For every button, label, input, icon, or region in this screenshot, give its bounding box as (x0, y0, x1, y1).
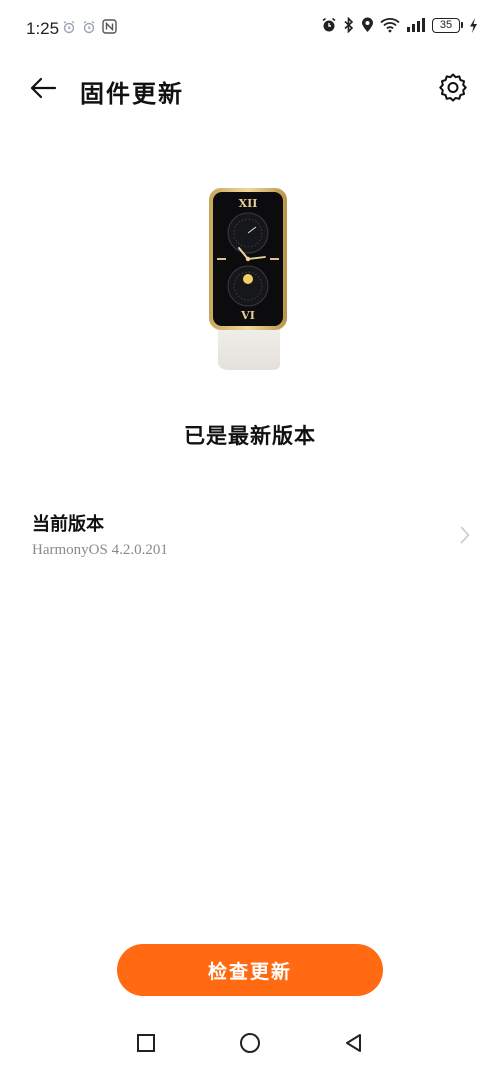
recents-square-icon (136, 1033, 156, 1057)
location-icon (361, 17, 374, 33)
battery-icon: 35 (432, 17, 463, 33)
arrow-left-icon (29, 76, 57, 104)
page-title: 固件更新 (80, 79, 184, 108)
settings-button[interactable] (436, 72, 470, 106)
status-right-icons: 35 (321, 17, 478, 33)
navigation-bar (0, 1030, 500, 1065)
roman-numeral-top: XII (239, 197, 258, 210)
home-circle-icon (239, 1032, 261, 1058)
current-version-value: HarmonyOS 4.2.0.201 (32, 542, 168, 558)
alarm-icon (82, 20, 96, 34)
current-version-row[interactable]: 当前版本 HarmonyOS 4.2.0.201 (0, 500, 500, 570)
bluetooth-icon (343, 17, 355, 33)
header: 固件更新 (0, 62, 500, 118)
check-update-label: 检查更新 (207, 960, 292, 983)
smart-band-watch-image: XII VI (196, 178, 304, 378)
roman-numeral-bottom: VI (240, 309, 255, 322)
gear-icon (438, 72, 468, 106)
current-version-label: 当前版本 (32, 514, 104, 535)
nav-back-button[interactable] (339, 1030, 369, 1060)
alarm-icon (62, 20, 76, 34)
check-update-button[interactable]: 检查更新 (117, 944, 383, 996)
update-status-text: 已是最新版本 (184, 423, 316, 448)
status-left-icons (62, 19, 117, 34)
back-triangle-icon (344, 1033, 364, 1057)
recents-button[interactable] (131, 1030, 161, 1060)
nfc-icon (102, 19, 117, 34)
back-button[interactable] (26, 74, 60, 106)
alarm-clock-icon (321, 17, 337, 33)
home-button[interactable] (235, 1030, 265, 1060)
charging-icon (469, 17, 478, 33)
status-bar: 1:25 35 (0, 0, 500, 58)
signal-icon (406, 18, 426, 32)
status-time: 1:25 (26, 19, 60, 38)
wifi-icon (380, 17, 400, 33)
battery-level: 35 (432, 17, 460, 33)
chevron-right-icon (460, 526, 470, 548)
